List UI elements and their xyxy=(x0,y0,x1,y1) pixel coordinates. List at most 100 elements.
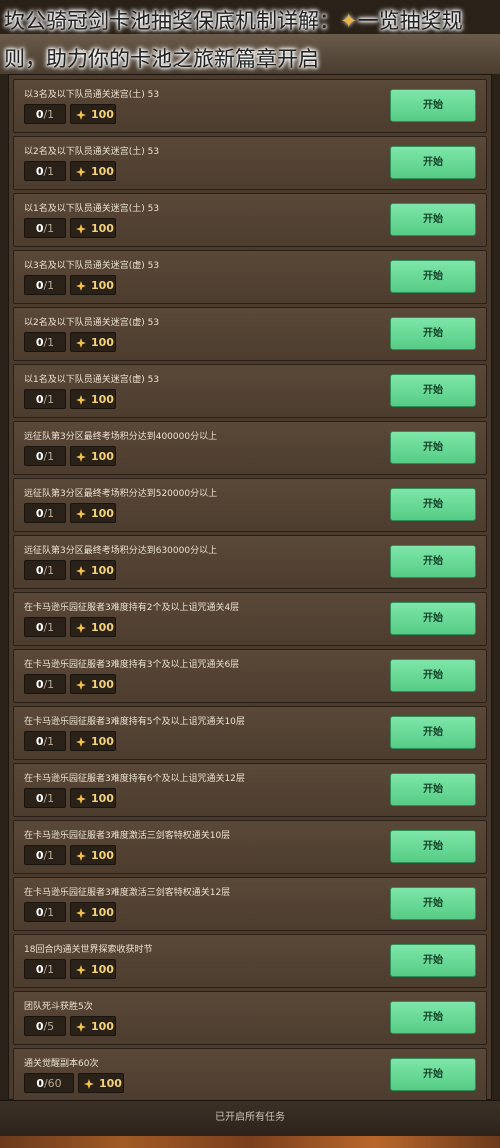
task-progress: 0/1 xyxy=(24,446,66,466)
progress-total: /1 xyxy=(43,222,55,235)
task-reward: 100 xyxy=(70,275,116,295)
progress-total: /1 xyxy=(43,906,55,919)
task-progress: 0/1 xyxy=(24,389,66,409)
task-card: 以2名及以下队员通关迷宫(虚) 53 0/1 100 开始 xyxy=(13,307,487,361)
progress-total: /1 xyxy=(43,108,55,121)
reward-amount: 100 xyxy=(91,279,114,292)
task-description: 在卡马逊乐园征服者3难度持有5个及以上诅咒通关10层 xyxy=(24,717,245,727)
task-description: 以2名及以下队员通关迷宫(土) 53 xyxy=(24,147,160,157)
start-button[interactable]: 开始 xyxy=(390,545,476,578)
start-button[interactable]: 开始 xyxy=(390,260,476,293)
progress-total: /1 xyxy=(43,165,55,178)
task-progress: 0/1 xyxy=(24,218,66,238)
gem-icon xyxy=(76,338,86,348)
start-button[interactable]: 开始 xyxy=(390,1058,476,1091)
task-reward: 100 xyxy=(70,617,116,637)
task-card: 以3名及以下队员通关迷宫(土) 53 0/1 100 开始 xyxy=(13,79,487,133)
start-button[interactable]: 开始 xyxy=(390,659,476,692)
task-description: 以3名及以下队员通关迷宫(土) 53 xyxy=(24,90,160,100)
start-button[interactable]: 开始 xyxy=(390,431,476,464)
task-progress: 0/1 xyxy=(24,959,66,979)
start-button[interactable]: 开始 xyxy=(390,488,476,521)
task-description: 在卡马逊乐园征服者3难度激活三剑客特权通关12层 xyxy=(24,888,231,898)
reward-amount: 100 xyxy=(91,678,114,691)
task-card: 以2名及以下队员通关迷宫(土) 53 0/1 100 开始 xyxy=(13,136,487,190)
gem-icon xyxy=(76,566,86,576)
start-button[interactable]: 开始 xyxy=(390,602,476,635)
reward-amount: 100 xyxy=(91,450,114,463)
reward-amount: 100 xyxy=(91,165,114,178)
task-card: 通关觉醒副本60次 0/60 100 开始 xyxy=(13,1048,487,1102)
start-button[interactable]: 开始 xyxy=(390,317,476,350)
task-card: 远征队第3分区最终考场积分达到400000分以上 0/1 100 开始 xyxy=(13,421,487,475)
progress-total: /1 xyxy=(43,849,55,862)
task-reward: 100 xyxy=(70,845,116,865)
task-reward: 100 xyxy=(70,1016,116,1036)
task-description: 团队死斗获胜5次 xyxy=(24,1002,93,1012)
reward-amount: 100 xyxy=(91,564,114,577)
task-card: 在卡马逊乐园征服者3难度激活三剑客特权通关12层 0/1 100 开始 xyxy=(13,877,487,931)
task-progress: 0/60 xyxy=(24,1073,74,1093)
progress-total: /1 xyxy=(43,564,55,577)
gem-icon xyxy=(76,395,86,405)
reward-amount: 100 xyxy=(91,849,114,862)
task-progress: 0/1 xyxy=(24,674,66,694)
progress-total: /1 xyxy=(43,393,55,406)
start-button[interactable]: 开始 xyxy=(390,716,476,749)
start-button[interactable]: 开始 xyxy=(390,374,476,407)
start-button[interactable]: 开始 xyxy=(390,887,476,920)
task-progress: 0/1 xyxy=(24,902,66,922)
task-progress: 0/1 xyxy=(24,275,66,295)
start-button[interactable]: 开始 xyxy=(390,89,476,122)
gem-icon xyxy=(76,167,86,177)
task-description: 通关觉醒副本60次 xyxy=(24,1059,99,1069)
progress-done: 0 xyxy=(36,1077,44,1090)
task-reward: 100 xyxy=(70,389,116,409)
task-progress: 0/1 xyxy=(24,845,66,865)
reward-amount: 100 xyxy=(99,1077,122,1090)
reward-amount: 100 xyxy=(91,621,114,634)
progress-total: /5 xyxy=(43,1020,55,1033)
gem-icon xyxy=(76,623,86,633)
page-title: 坎公骑冠剑卡池抽奖保底机制详解：✦一览抽奖规则，助力你的卡池之旅新篇章开启 xyxy=(0,0,500,80)
task-card: 在卡马逊乐园征服者3难度激活三剑客特权通关10层 0/1 100 开始 xyxy=(13,820,487,874)
task-reward: 100 xyxy=(70,959,116,979)
task-list[interactable]: 以3名及以下队员通关迷宫(土) 53 0/1 100 开始 以2名及以下队员通关… xyxy=(8,74,492,1102)
task-reward: 100 xyxy=(70,332,116,352)
task-description: 在卡马逊乐园征服者3难度持有6个及以上诅咒通关12层 xyxy=(24,774,245,784)
progress-total: /60 xyxy=(43,1077,62,1090)
task-reward: 100 xyxy=(70,161,116,181)
task-description: 在卡马逊乐园征服者3难度激活三剑客特权通关10层 xyxy=(24,831,231,841)
reward-amount: 100 xyxy=(91,507,114,520)
start-button[interactable]: 开始 xyxy=(390,146,476,179)
start-button[interactable]: 开始 xyxy=(390,944,476,977)
page-title-head: 坎公骑冠剑卡池抽奖保底机制详解： xyxy=(4,9,340,33)
task-description: 远征队第3分区最终考场积分达到630000分以上 xyxy=(24,546,218,556)
progress-total: /1 xyxy=(43,963,55,976)
task-card: 远征队第3分区最终考场积分达到520000分以上 0/1 100 开始 xyxy=(13,478,487,532)
task-progress: 0/1 xyxy=(24,788,66,808)
start-button[interactable]: 开始 xyxy=(390,830,476,863)
task-reward: 100 xyxy=(70,560,116,580)
task-reward: 100 xyxy=(78,1073,124,1093)
footer-status: 已开启所有任务 xyxy=(0,1100,500,1137)
gem-icon xyxy=(76,281,86,291)
start-button[interactable]: 开始 xyxy=(390,773,476,806)
task-description: 以2名及以下队员通关迷宫(虚) 53 xyxy=(24,318,160,328)
task-reward: 100 xyxy=(70,104,116,124)
progress-total: /1 xyxy=(43,678,55,691)
reward-amount: 100 xyxy=(91,222,114,235)
start-button[interactable]: 开始 xyxy=(390,203,476,236)
task-card: 在卡马逊乐园征服者3难度持有6个及以上诅咒通关12层 0/1 100 开始 xyxy=(13,763,487,817)
gem-icon xyxy=(76,965,86,975)
task-progress: 0/1 xyxy=(24,731,66,751)
progress-total: /1 xyxy=(43,507,55,520)
decorative-strip xyxy=(0,1136,500,1148)
progress-total: /1 xyxy=(43,279,55,292)
gem-icon xyxy=(76,452,86,462)
progress-total: /1 xyxy=(43,735,55,748)
reward-amount: 100 xyxy=(91,393,114,406)
task-reward: 100 xyxy=(70,446,116,466)
gem-icon xyxy=(76,908,86,918)
start-button[interactable]: 开始 xyxy=(390,1001,476,1034)
